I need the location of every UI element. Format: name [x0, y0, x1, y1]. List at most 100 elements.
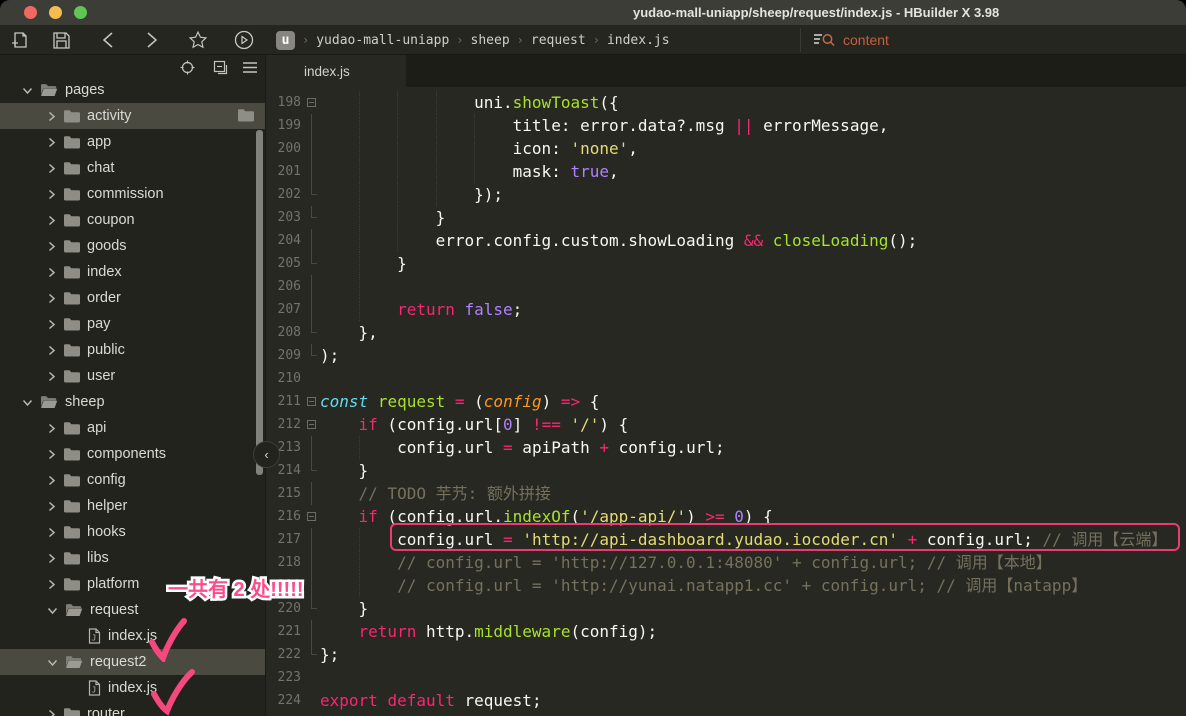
- chevron-right-icon: [47, 319, 56, 330]
- token-fg: http.: [416, 622, 474, 641]
- line-number: 215: [266, 482, 301, 505]
- code-line-218: 218 // config.url = 'http://127.0.0.1:48…: [266, 551, 1186, 574]
- tree-item-helper[interactable]: helper: [0, 493, 266, 519]
- token-kw: return: [397, 300, 455, 319]
- breadcrumb-item-sheep[interactable]: sheep: [471, 33, 510, 48]
- minimize-button[interactable]: [49, 6, 62, 19]
- token-param: config: [484, 392, 542, 411]
- breadcrumb: u › yudao-mall-uniapp › sheep › request …: [276, 25, 670, 55]
- tree-item-index-js[interactable]: Jindex.js: [0, 675, 266, 701]
- breadcrumb-item-request[interactable]: request: [531, 33, 586, 48]
- code-line-201: 201 mask: true,: [266, 160, 1186, 183]
- tab-index-js[interactable]: index.js: [266, 55, 406, 87]
- tree-item-libs[interactable]: libs: [0, 545, 266, 571]
- locate-icon: [180, 60, 195, 75]
- toolbar: u › yudao-mall-uniapp › sheep › request …: [0, 25, 1186, 55]
- breadcrumb-separator: ›: [456, 33, 463, 47]
- token-decl: const: [320, 392, 368, 411]
- folder-icon: [63, 577, 80, 591]
- sidebar-collapse-handle[interactable]: ‹: [253, 441, 280, 468]
- token-fg: [763, 231, 773, 250]
- folder-icon: [63, 265, 80, 279]
- tree-item-goods[interactable]: goods: [0, 233, 266, 259]
- tree-item-app[interactable]: app: [0, 129, 266, 155]
- tree-item-chat[interactable]: chat: [0, 155, 266, 181]
- tree-item-index-js[interactable]: Jindex.js: [0, 623, 266, 649]
- folder-icon: [63, 473, 80, 487]
- chevron-right-icon: [47, 137, 56, 148]
- tree-item-hooks[interactable]: hooks: [0, 519, 266, 545]
- fold-toggle[interactable]: [307, 390, 317, 413]
- code-text: }: [320, 206, 445, 229]
- breadcrumb-item-file[interactable]: index.js: [607, 33, 670, 48]
- token-com: // config.url = 'http://yunai.natapp1.cc…: [397, 576, 1087, 595]
- sidebar-menu-button[interactable]: [241, 58, 259, 76]
- run-button[interactable]: [231, 28, 257, 52]
- tree-item-index[interactable]: index: [0, 259, 266, 285]
- chevron-down-icon: [22, 86, 33, 95]
- zoom-button[interactable]: [74, 6, 87, 19]
- tree-item-label: order: [87, 290, 121, 306]
- tree-item-label: pay: [87, 316, 110, 332]
- tree-item-label: goods: [87, 238, 127, 254]
- folder-open-icon: [65, 655, 83, 669]
- tree-item-sheep[interactable]: sheep: [0, 389, 266, 415]
- token-fg: ]: [513, 415, 532, 434]
- code-line-220: 220 }: [266, 597, 1186, 620]
- back-button[interactable]: [95, 28, 121, 52]
- annotation-checkmark-1: [148, 618, 188, 662]
- fold-toggle[interactable]: [307, 413, 317, 436]
- code-line-223: 223: [266, 666, 1186, 689]
- favorite-button[interactable]: [185, 28, 211, 52]
- search-field[interactable]: content: [800, 28, 1186, 52]
- chevron-right-icon: [47, 501, 56, 512]
- chevron-down-icon: [22, 398, 33, 407]
- tree-item-config[interactable]: config: [0, 467, 266, 493]
- code-text: }: [320, 252, 407, 275]
- token-fn: request: [378, 392, 445, 411]
- annotation-checkmark-2: [150, 668, 196, 716]
- fold-toggle[interactable]: [307, 505, 317, 528]
- reveal-folder-icon: [237, 108, 254, 126]
- chevron-right-icon: [47, 371, 56, 382]
- breadcrumb-item-project[interactable]: yudao-mall-uniapp: [316, 33, 449, 48]
- line-number: 209: [266, 344, 301, 367]
- editor-pane: index.js 198 uni.showToast({199 title: e…: [266, 55, 1186, 716]
- code-line-206: 206: [266, 275, 1186, 298]
- tree-item-api[interactable]: api: [0, 415, 266, 441]
- collapse-folders-button[interactable]: [211, 58, 229, 76]
- save-button[interactable]: [48, 28, 74, 52]
- sidebar-scrollbar[interactable]: [256, 130, 263, 475]
- tree-item-label: user: [87, 368, 115, 384]
- code-text: mask: true,: [320, 160, 619, 183]
- tree-item-request2[interactable]: request2: [0, 649, 266, 675]
- tree-item-coupon[interactable]: coupon: [0, 207, 266, 233]
- tree-item-components[interactable]: components: [0, 441, 266, 467]
- save-icon: [52, 31, 71, 50]
- tree-item-label: coupon: [87, 212, 135, 228]
- forward-icon: [145, 31, 159, 49]
- token-com: // TODO 芋艿: 额外拼接: [359, 484, 551, 503]
- forward-button[interactable]: [139, 28, 165, 52]
- tree-item-user[interactable]: user: [0, 363, 266, 389]
- tree-item-pages[interactable]: pages: [0, 77, 266, 103]
- token-fg: {: [580, 392, 599, 411]
- line-number: 212: [266, 413, 301, 436]
- tree-item-order[interactable]: order: [0, 285, 266, 311]
- line-number: 201: [266, 160, 301, 183]
- locate-file-button[interactable]: [178, 58, 196, 76]
- code-text: uni.showToast({: [320, 91, 619, 114]
- new-file-button[interactable]: [7, 28, 33, 52]
- tree-item-commission[interactable]: commission: [0, 181, 266, 207]
- tree-item-pay[interactable]: pay: [0, 311, 266, 337]
- code-editor[interactable]: 198 uni.showToast({199 title: error.data…: [266, 87, 1186, 716]
- token-fg: request;: [455, 691, 542, 710]
- fold-guide: [307, 252, 317, 275]
- tree-item-activity[interactable]: activity: [0, 103, 266, 129]
- tree-item-router[interactable]: router: [0, 701, 266, 716]
- tree-item-public[interactable]: public: [0, 337, 266, 363]
- token-fn: middleware: [474, 622, 570, 641]
- window-title: yudao-mall-uniapp/sheep/request/index.js…: [633, 5, 999, 20]
- fold-toggle[interactable]: [307, 91, 317, 114]
- close-button[interactable]: [24, 6, 37, 19]
